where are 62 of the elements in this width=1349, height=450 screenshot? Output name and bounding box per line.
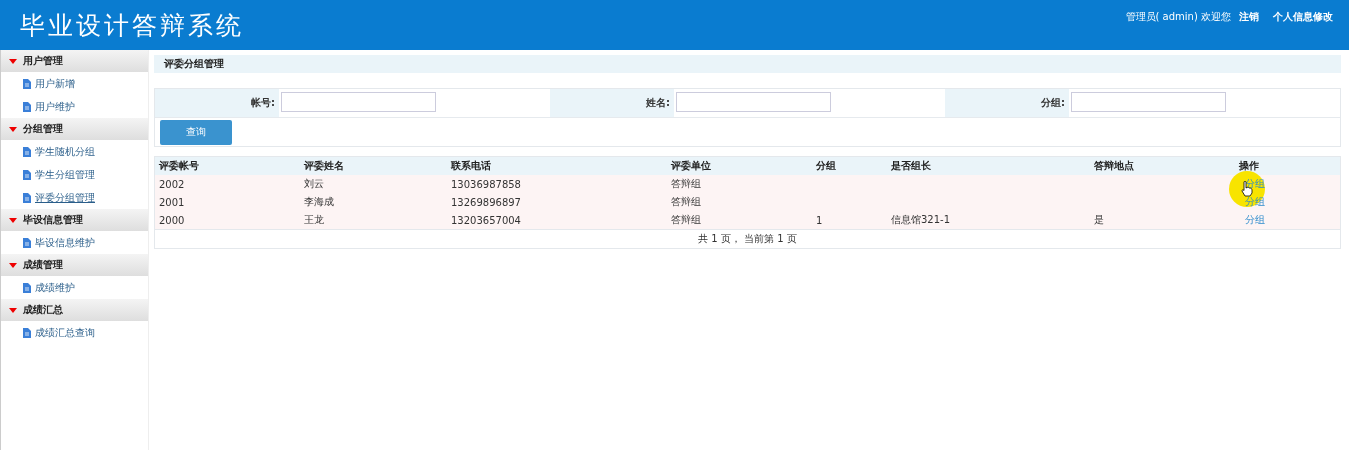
welcome-text: 管理员( admin) 欢迎您	[1125, 10, 1231, 24]
table-cell: 2001	[159, 196, 185, 208]
caret-icon	[9, 58, 17, 64]
caret-icon	[9, 217, 17, 223]
input-field[interactable]	[281, 92, 436, 112]
page-title: 评委分组管理	[154, 55, 1341, 73]
document-icon	[23, 192, 31, 203]
group-link[interactable]: 分组	[1245, 213, 1265, 227]
input-field[interactable]	[1071, 92, 1226, 112]
sidebar-item[interactable]: 毕设信息维护	[1, 231, 148, 254]
column-header: 评委单位	[670, 159, 712, 173]
field-label: 分组:	[945, 89, 1069, 117]
input-field[interactable]	[676, 92, 831, 112]
column-header: 评委帐号	[158, 159, 200, 173]
caret-icon	[9, 126, 17, 132]
document-icon	[23, 169, 31, 180]
column-header: 是否组长	[890, 159, 932, 173]
sidebar-group-header[interactable]: 分组管理	[1, 118, 148, 140]
table-cell: 王龙	[304, 214, 324, 225]
sidebar-item[interactable]: 学生分组管理	[1, 163, 148, 186]
table-cell: 答辩组	[671, 196, 701, 207]
table-cell: 是	[1094, 214, 1104, 225]
column-header: 分组	[815, 159, 837, 173]
caret-icon	[9, 262, 17, 268]
sidebar-group-header[interactable]: 用户管理	[1, 50, 148, 72]
table-cell: 1	[816, 214, 823, 226]
sidebar-group-header[interactable]: 成绩汇总	[1, 299, 148, 321]
header-link[interactable]: 个人信息修改	[1273, 10, 1333, 24]
header-link[interactable]: 注销	[1239, 10, 1259, 24]
table-cell: 2000	[159, 214, 185, 226]
column-header: 联系电话	[450, 159, 492, 173]
table-cell: 13269896897	[451, 196, 521, 208]
sidebar-group-header[interactable]: 成绩管理	[1, 254, 148, 276]
table-cell: 答辩组	[671, 214, 701, 225]
sidebar-item[interactable]: 学生随机分组	[1, 140, 148, 163]
table-cell: 李海成	[304, 196, 334, 207]
document-icon	[23, 282, 31, 293]
field-label: 帐号:	[155, 89, 279, 117]
table-cell: 13203657004	[451, 214, 521, 226]
table-cell: 信息馆321-1	[891, 214, 951, 225]
document-icon	[23, 78, 31, 89]
pagination-text: 共 1 页， 当前第 1 页	[698, 232, 797, 246]
column-header: 操作	[1238, 159, 1260, 173]
table-cell: 刘云	[304, 178, 324, 189]
document-icon	[23, 327, 31, 338]
caret-icon	[9, 307, 17, 313]
field-label: 姓名:	[550, 89, 674, 117]
table-cell: 2002	[159, 178, 185, 190]
column-header: 评委姓名	[303, 159, 345, 173]
sidebar-item[interactable]: 用户新增	[1, 72, 148, 95]
sidebar-group-header[interactable]: 毕设信息管理	[1, 209, 148, 231]
sidebar-item[interactable]: 用户维护	[1, 95, 148, 118]
sidebar-item[interactable]: 成绩维护	[1, 276, 148, 299]
sidebar-item[interactable]: 评委分组管理	[1, 186, 148, 209]
document-icon	[23, 101, 31, 112]
document-icon	[23, 146, 31, 157]
table-cell: 13036987858	[451, 178, 521, 190]
document-icon	[23, 237, 31, 248]
app-title: 毕业设计答辩系统	[20, 9, 244, 42]
table-cell: 答辩组	[671, 178, 701, 189]
column-header: 答辩地点	[1093, 159, 1135, 173]
sidebar-item[interactable]: 成绩汇总查询	[1, 321, 148, 344]
